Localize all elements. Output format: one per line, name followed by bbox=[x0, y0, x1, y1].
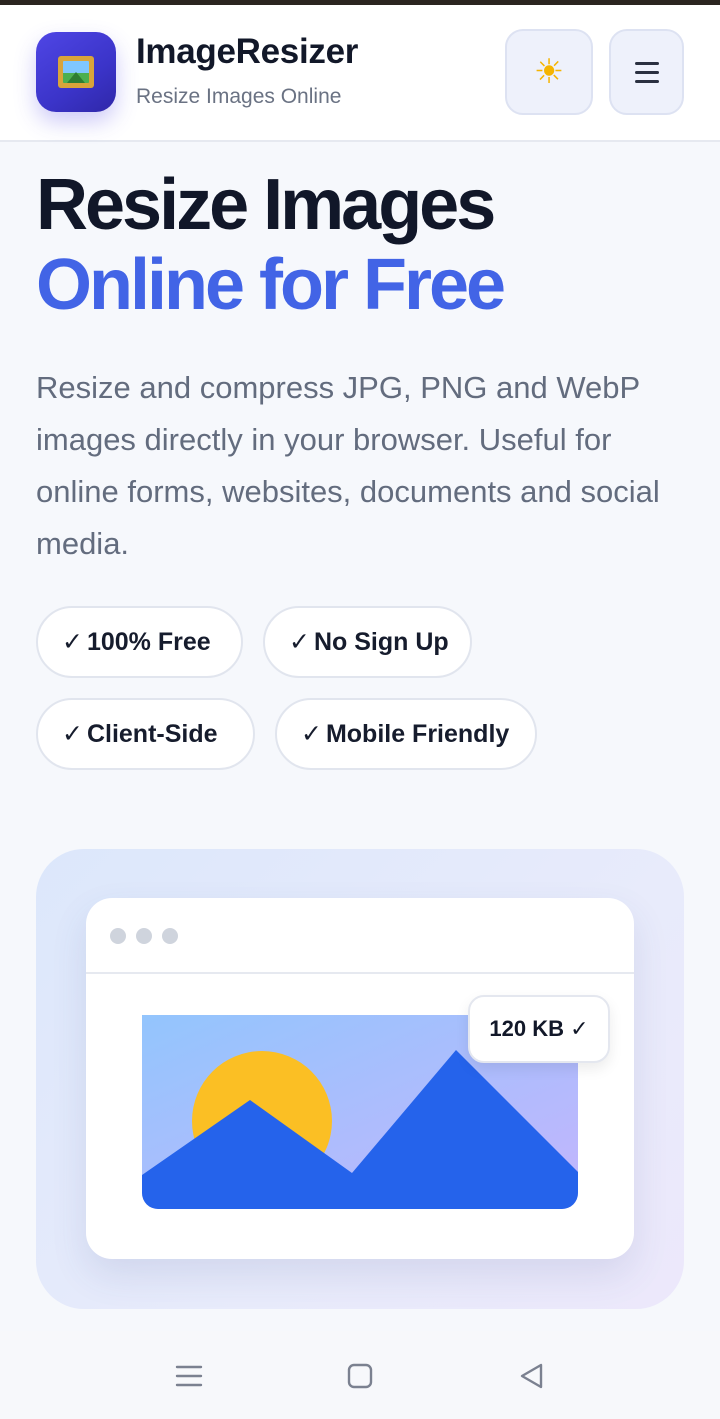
hero-title-line1: Resize Images bbox=[36, 165, 496, 245]
hero-description: Resize and compress JPG, PNG and WebP im… bbox=[36, 370, 660, 561]
check-icon: ✓ bbox=[301, 720, 322, 748]
file-size-badge: 120 KB ✓ bbox=[468, 995, 610, 1063]
check-icon: ✓ bbox=[289, 628, 310, 656]
window-dot-icon bbox=[136, 928, 152, 944]
brand-subtitle: Resize Images Online bbox=[136, 85, 342, 108]
window-dot-icon bbox=[110, 928, 126, 944]
recent-apps-icon[interactable] bbox=[174, 1361, 204, 1391]
window-dot-icon bbox=[162, 928, 178, 944]
theme-toggle-button[interactable]: ☀ bbox=[505, 29, 593, 115]
menu-button[interactable] bbox=[609, 29, 684, 115]
hamburger-menu-icon bbox=[634, 62, 659, 83]
feature-pill-client-side: ✓ Client-Side bbox=[36, 698, 255, 770]
feature-pill-mobile: ✓ Mobile Friendly bbox=[275, 698, 537, 770]
window-divider bbox=[86, 972, 634, 974]
hero-title-line2: Online for Free bbox=[36, 245, 506, 325]
hero-title: Resize Images Online for Free bbox=[36, 165, 696, 325]
browser-window-mockup bbox=[86, 898, 634, 1259]
feature-label: Mobile Friendly bbox=[325, 719, 510, 748]
feature-pill-free: ✓ 100% Free bbox=[36, 606, 243, 678]
brand-title[interactable]: ImageResizer bbox=[136, 32, 358, 72]
feature-label: 100% Free bbox=[86, 627, 211, 656]
back-icon[interactable] bbox=[517, 1361, 547, 1391]
feature-pill-no-signup: ✓ No Sign Up bbox=[263, 606, 472, 678]
check-icon: ✓ bbox=[62, 628, 83, 656]
app-logo[interactable] bbox=[36, 32, 116, 112]
framed-picture-icon bbox=[58, 56, 94, 88]
feature-label: No Sign Up bbox=[313, 627, 449, 656]
feature-label: Client-Side bbox=[86, 719, 218, 748]
home-icon[interactable] bbox=[345, 1361, 375, 1391]
check-icon: ✓ bbox=[62, 720, 83, 748]
system-navigation-bar bbox=[0, 1331, 720, 1419]
site-header: ImageResizer Resize Images Online ☀ bbox=[0, 5, 720, 142]
sun-icon: ☀ bbox=[533, 53, 565, 91]
